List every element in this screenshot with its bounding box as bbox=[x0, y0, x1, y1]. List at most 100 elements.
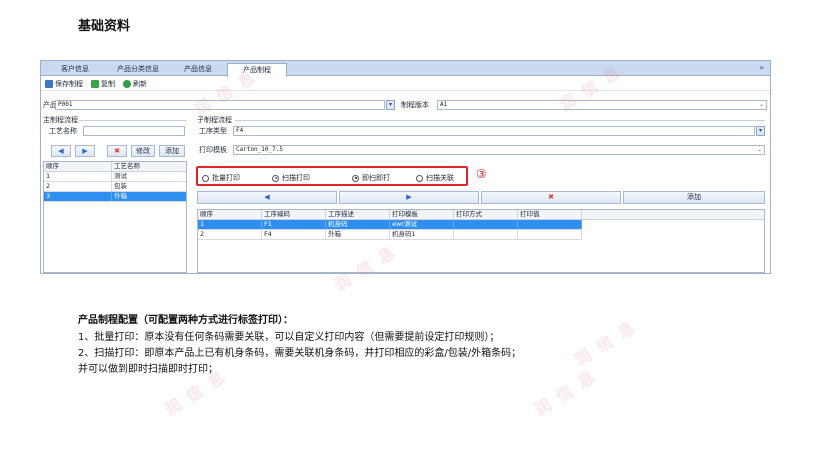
main-process-title: 主制程流程 bbox=[43, 116, 78, 124]
radio-batch-print[interactable]: 批量打印 bbox=[202, 173, 240, 183]
refresh-icon bbox=[123, 80, 131, 88]
sub-prev-button[interactable]: ◀ bbox=[197, 191, 337, 204]
process-type-field[interactable]: F4 bbox=[233, 126, 755, 136]
table-row-selected[interactable]: 1 F1 机身码 ewr测试 bbox=[198, 220, 582, 230]
table-cell: 包装 bbox=[114, 182, 127, 190]
tab-product-category[interactable]: 产品分类信息 bbox=[107, 63, 169, 76]
copy-button[interactable]: 复制 bbox=[91, 79, 115, 89]
column-header: 工序编码 bbox=[262, 210, 326, 219]
version-chevron-icon[interactable]: ⌄ bbox=[759, 101, 764, 108]
radio-label: 扫描关联 bbox=[426, 174, 454, 182]
copy-icon bbox=[91, 80, 99, 88]
table-row[interactable]: 1 测试 bbox=[44, 172, 186, 182]
column-header: 打印模板 bbox=[390, 210, 454, 219]
radio-label: 批量打印 bbox=[212, 174, 240, 182]
table-cell: 2 bbox=[44, 182, 112, 191]
table-cell: 3 bbox=[44, 192, 112, 201]
save-process-button[interactable]: 保存制程 bbox=[45, 79, 83, 89]
table-cell: 机身码 bbox=[326, 220, 390, 229]
description-line: 1、批量打印：原本没有任何条码需要关联，可以自定义打印内容（但需要提前设定打印规… bbox=[78, 332, 500, 343]
description-line: 并可以做到即时扫描即时打印； bbox=[78, 364, 218, 375]
column-header: 工艺名称 bbox=[114, 162, 140, 170]
save-icon bbox=[45, 80, 53, 88]
radio-instant-print[interactable]: 即扫即打 bbox=[352, 173, 390, 183]
table-cell bbox=[454, 220, 518, 229]
tab-customer-info[interactable]: 客户信息 bbox=[49, 63, 101, 76]
print-mode-highlight: 批量打印 扫描打印 即扫即打 扫描关联 bbox=[196, 166, 468, 186]
sub-process-panel: 子制程流程 工序类型 F4 ▾ 打印模板 Carton_10_7.5 ⌄ 批量打… bbox=[191, 115, 770, 273]
radio-checked-icon bbox=[352, 174, 359, 182]
product-row: 产品 P001 ▾ 制程版本 A1 ⌄ bbox=[41, 99, 770, 111]
add-button[interactable]: 添加 bbox=[159, 145, 185, 157]
grid-header: 顺序 工艺名称 bbox=[44, 162, 186, 172]
next-button[interactable]: ▶ bbox=[75, 145, 95, 157]
radio-scan-link[interactable]: 扫描关联 bbox=[416, 173, 454, 183]
refresh-label: 刷新 bbox=[133, 80, 147, 88]
radio-scan-print[interactable]: 扫描打印 bbox=[272, 173, 310, 183]
sub-delete-button[interactable]: ✖ bbox=[481, 191, 621, 204]
collapse-icon[interactable]: » bbox=[759, 63, 764, 72]
sub-add-button[interactable]: 添加 bbox=[623, 191, 765, 204]
tab-product-info[interactable]: 产品信息 bbox=[175, 63, 221, 76]
prev-button[interactable]: ◀ bbox=[51, 145, 71, 157]
version-field[interactable]: A1 bbox=[437, 100, 767, 110]
tab-bar: 客户信息 产品分类信息 产品信息 产品制程 » bbox=[41, 61, 770, 77]
description-block: 产品制程配置（可配置两种方式进行标签打印）： 1、批量打印：原本没有任何条码需要… bbox=[78, 311, 798, 378]
table-cell bbox=[518, 220, 582, 229]
copy-label: 复制 bbox=[101, 80, 115, 88]
table-row[interactable]: 2 F4 外箱 机身码1 bbox=[198, 230, 582, 240]
template-field[interactable]: Carton_10_7.5 bbox=[233, 145, 765, 155]
grid-header: 顺序 工序编码 工序描述 打印模板 打印方式 打印值 bbox=[198, 210, 764, 220]
column-header: 打印方式 bbox=[454, 210, 518, 219]
column-header: 打印值 bbox=[518, 210, 582, 219]
column-header: 顺序 bbox=[198, 210, 262, 219]
process-type-dropdown-icon[interactable]: ▾ bbox=[756, 126, 765, 136]
table-cell: 机身码1 bbox=[390, 230, 454, 239]
table-cell: 外箱 bbox=[326, 230, 390, 239]
sub-process-grid: 顺序 工序编码 工序描述 打印模板 打印方式 打印值 1 F1 机身码 ewr测… bbox=[197, 209, 765, 273]
radio-checked-icon bbox=[272, 174, 279, 182]
page-title: 基础资料 bbox=[78, 19, 131, 34]
table-cell: F4 bbox=[262, 230, 326, 239]
table-cell bbox=[454, 230, 518, 239]
table-cell: F1 bbox=[262, 220, 326, 229]
table-cell: 1 bbox=[44, 172, 112, 181]
table-row[interactable]: 2 包装 bbox=[44, 182, 186, 192]
table-cell: ewr测试 bbox=[390, 220, 454, 229]
sub-process-title: 子制程流程 bbox=[197, 116, 232, 124]
annotation-marker: ③ bbox=[476, 167, 487, 181]
product-field[interactable]: P001 bbox=[55, 100, 385, 110]
edit-button[interactable]: 修改 bbox=[131, 145, 155, 157]
table-cell: 1 bbox=[198, 220, 262, 229]
craft-name-input[interactable] bbox=[83, 126, 185, 136]
template-chevron-icon[interactable]: ⌄ bbox=[757, 146, 762, 153]
radio-label: 即扫即打 bbox=[362, 174, 390, 182]
process-type-label: 工序类型 bbox=[199, 127, 227, 135]
column-header: 工序描述 bbox=[326, 210, 390, 219]
refresh-button[interactable]: 刷新 bbox=[123, 79, 147, 89]
craft-name-label: 工艺名称 bbox=[49, 127, 77, 135]
description-title: 产品制程配置（可配置两种方式进行标签打印）： bbox=[78, 315, 293, 326]
sub-next-button[interactable]: ▶ bbox=[339, 191, 479, 204]
delete-button[interactable]: ✖ bbox=[107, 145, 127, 157]
tab-product-process[interactable]: 产品制程 bbox=[227, 63, 287, 77]
radio-label: 扫描打印 bbox=[282, 174, 310, 182]
table-cell bbox=[518, 230, 582, 239]
radio-circle-icon bbox=[416, 174, 423, 182]
radio-circle-icon bbox=[202, 174, 209, 182]
product-dropdown-icon[interactable]: ▾ bbox=[386, 100, 395, 110]
app-window: 客户信息 产品分类信息 产品信息 产品制程 » 保存制程 复制 刷新 产品 P0… bbox=[40, 60, 771, 274]
table-cell: 外箱 bbox=[114, 192, 127, 200]
column-header: 顺序 bbox=[44, 162, 112, 171]
version-label: 制程版本 bbox=[401, 101, 429, 109]
description-line: 2、扫描打印：即原本产品上已有机身条码，需要关联机身条码，并打印相应的彩盒/包装… bbox=[78, 348, 522, 359]
save-process-label: 保存制程 bbox=[55, 80, 83, 88]
table-cell: 2 bbox=[198, 230, 262, 239]
toolbar: 保存制程 复制 刷新 bbox=[41, 77, 770, 91]
group-divider bbox=[79, 120, 187, 121]
table-cell: 测试 bbox=[114, 172, 127, 180]
group-divider bbox=[235, 120, 765, 121]
craft-grid: 顺序 工艺名称 1 测试 2 包装 3 外箱 bbox=[43, 161, 187, 273]
table-row-selected[interactable]: 3 外箱 bbox=[44, 192, 186, 202]
template-label: 打印模板 bbox=[199, 146, 227, 154]
